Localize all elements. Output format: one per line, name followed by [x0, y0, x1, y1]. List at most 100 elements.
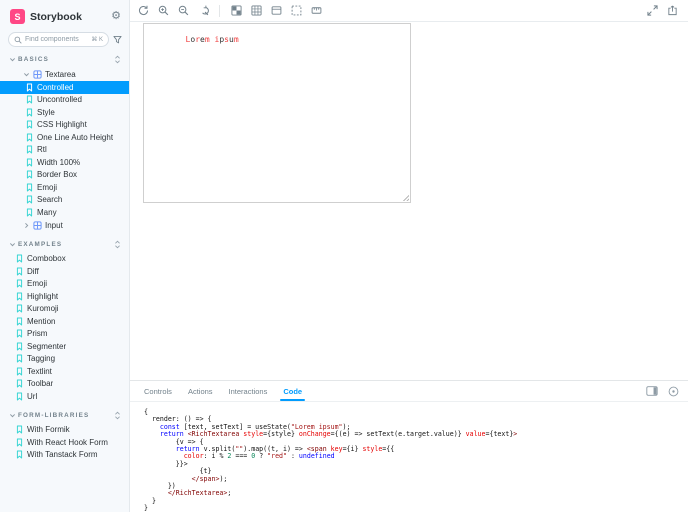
- panel-position-icon[interactable]: [646, 385, 658, 397]
- tag-filter-icon[interactable]: [113, 35, 122, 44]
- sidebar-story-diff[interactable]: Diff: [0, 265, 129, 278]
- code-token: style: [243, 430, 264, 439]
- story-bookmark-icon: [16, 354, 23, 363]
- story-bookmark-icon: [16, 304, 23, 313]
- code-line: </span>);: [144, 475, 688, 483]
- sidebar-story-emoji[interactable]: Emoji: [0, 278, 129, 291]
- sidebar-story-many[interactable]: Many: [0, 206, 129, 219]
- code-line: return <RichTextarea style={style} onCha…: [144, 431, 688, 438]
- sidebar-item-label: Textarea: [45, 70, 76, 79]
- sidebar-story-border-box[interactable]: Border Box: [0, 169, 129, 182]
- sidebar-item-label: Style: [37, 107, 55, 117]
- component-icon: [33, 220, 42, 230]
- story-textarea[interactable]: Lorem ipsum: [143, 23, 411, 203]
- remount-icon[interactable]: [137, 5, 149, 17]
- settings-gear-icon[interactable]: ⚙: [111, 11, 121, 22]
- sidebar-item-label: Diff: [27, 266, 39, 276]
- story-bookmark-icon: [16, 379, 23, 388]
- sidebar-story-with-tanstack-form[interactable]: With Tanstack Form: [0, 449, 129, 462]
- sidebar-story-style[interactable]: Style: [0, 106, 129, 119]
- sidebar-item-label: Many: [37, 207, 57, 217]
- story-bookmark-icon: [26, 108, 33, 117]
- textarea-char: m: [233, 35, 239, 44]
- sidebar-tree: BASICS Textarea Controlled Uncontrolled Styl…: [0, 47, 129, 512]
- sidebar-story-controlled[interactable]: Controlled: [0, 81, 129, 94]
- measure-icon[interactable]: [310, 5, 322, 17]
- sidebar-story-css-highlight[interactable]: CSS Highlight: [0, 119, 129, 132]
- zoom-out-icon[interactable]: [177, 5, 189, 17]
- sidebar-story-rtl[interactable]: Rtl: [0, 144, 129, 157]
- sidebar-story-combobox[interactable]: Combobox: [0, 253, 129, 266]
- section-header-basics[interactable]: BASICS: [0, 54, 129, 65]
- sidebar-story-url[interactable]: Url: [0, 390, 129, 403]
- outline-icon[interactable]: [290, 5, 302, 17]
- sidebar-story-width-100[interactable]: Width 100%: [0, 156, 129, 169]
- sidebar-item-label: With React Hook Form: [27, 437, 108, 447]
- code-line: }}>: [144, 460, 688, 468]
- sidebar-story-search[interactable]: Search: [0, 194, 129, 207]
- sidebar-story-tagging[interactable]: Tagging: [0, 353, 129, 366]
- sidebar-item-label: Textlint: [27, 366, 52, 376]
- story-bookmark-icon: [26, 195, 33, 204]
- sidebar-component-textarea[interactable]: Textarea: [0, 68, 129, 81]
- sidebar-item-label: Highlight: [27, 291, 59, 301]
- textarea-resize-handle[interactable]: [401, 193, 409, 201]
- sidebar-story-with-formik[interactable]: With Formik: [0, 424, 129, 437]
- story-bookmark-icon: [26, 120, 33, 129]
- sidebar-item-label: Input: [45, 220, 63, 230]
- collapse-panel-icon[interactable]: [667, 385, 679, 397]
- sidebar-story-segmenter[interactable]: Segmenter: [0, 340, 129, 353]
- search-input[interactable]: [25, 36, 89, 43]
- sidebar-story-mention[interactable]: Mention: [0, 315, 129, 328]
- fullscreen-icon[interactable]: [646, 5, 658, 17]
- viewport-icon[interactable]: [270, 5, 282, 17]
- search-box[interactable]: ⌘ K: [8, 32, 109, 47]
- tab-actions[interactable]: Actions: [180, 381, 221, 401]
- section-header-examples[interactable]: EXAMPLES: [0, 239, 129, 250]
- tab-code[interactable]: Code: [275, 381, 310, 401]
- collapse-all-icon: [114, 240, 121, 249]
- sidebar-story-emoji[interactable]: Emoji: [0, 181, 129, 194]
- sidebar-story-kuromoji[interactable]: Kuromoji: [0, 303, 129, 316]
- zoom-reset-icon[interactable]: [197, 5, 209, 17]
- story-bookmark-icon: [26, 133, 33, 142]
- code-token: ;: [227, 489, 232, 498]
- sidebar-item-label: Emoji: [37, 182, 58, 192]
- sidebar-story-highlight[interactable]: Highlight: [0, 290, 129, 303]
- search-icon: [14, 36, 22, 44]
- chevron-down-icon: [8, 241, 16, 248]
- sidebar-story-toolbar[interactable]: Toolbar: [0, 378, 129, 391]
- open-external-icon[interactable]: [666, 5, 678, 17]
- code-token: >: [513, 430, 518, 439]
- sidebar-story-prism[interactable]: Prism: [0, 328, 129, 341]
- section-header-form-libraries[interactable]: FORM-LIBRARIES: [0, 410, 129, 421]
- story-bookmark-icon: [26, 95, 33, 104]
- main-area: Lorem ipsum Controls Actions Interactions C…: [130, 0, 688, 512]
- sidebar-component-input[interactable]: Input: [0, 219, 129, 232]
- code-token: ={{: [382, 445, 395, 454]
- sidebar-story-one-line-auto-height[interactable]: One Line Auto Height: [0, 131, 129, 144]
- tab-controls[interactable]: Controls: [136, 381, 180, 401]
- sidebar-story-uncontrolled[interactable]: Uncontrolled: [0, 94, 129, 107]
- code-panel: { render: () => { const [text, setText] …: [130, 402, 688, 512]
- story-bookmark-icon: [26, 83, 33, 92]
- story-bookmark-icon: [16, 329, 23, 338]
- story-bookmark-icon: [16, 425, 23, 434]
- sidebar-story-with-react-hook-form[interactable]: With React Hook Form: [0, 436, 129, 449]
- code-line: }: [144, 497, 688, 505]
- background-icon[interactable]: [230, 5, 242, 17]
- story-bookmark-icon: [26, 170, 33, 179]
- zoom-in-icon[interactable]: [157, 5, 169, 17]
- code-line: color: i % 2 === 0 ? "red" : undefined: [144, 453, 688, 460]
- brand-title[interactable]: Storybook: [30, 11, 82, 23]
- code-token: ={i}: [342, 445, 363, 454]
- sidebar-story-textlint[interactable]: Textlint: [0, 365, 129, 378]
- section-label: FORM-LIBRARIES: [18, 411, 90, 419]
- code-token: ={text}: [485, 430, 514, 439]
- sidebar-item-label: Prism: [27, 329, 48, 339]
- sidebar-item-label: Rtl: [37, 145, 47, 155]
- grid-icon[interactable]: [250, 5, 262, 17]
- sidebar-item-label: Tagging: [27, 354, 56, 364]
- tab-interactions[interactable]: Interactions: [221, 381, 276, 401]
- storybook-logo-icon[interactable]: S: [10, 9, 25, 24]
